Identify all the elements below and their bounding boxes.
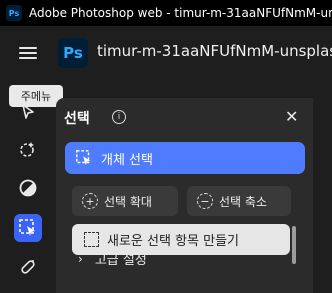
photoshop-logo: Ps (58, 38, 88, 68)
selection-panel: 선택 i ✕ 개체 선택 + 선택 확대 − 선택 축소 새로운 선택 항목 만… (56, 98, 313, 293)
contract-selection-label: 선택 축소 (219, 194, 267, 209)
info-icon[interactable]: i (112, 110, 126, 124)
window-titlebar: Ps Adobe Photoshop web - timur-m-31aaNFU… (0, 0, 332, 26)
magic-select-icon (20, 142, 34, 157)
object-select-tool[interactable] (14, 214, 42, 242)
object-select-icon (19, 219, 35, 236)
contract-selection-button[interactable]: − 선택 축소 (187, 186, 291, 216)
main-menu-button[interactable] (19, 44, 37, 60)
contrast-icon (19, 179, 37, 197)
hamburger-icon (19, 47, 37, 49)
bandage-icon (21, 260, 35, 274)
minus-circle-icon: − (197, 193, 213, 209)
select-subject-button[interactable]: 개체 선택 (65, 142, 305, 174)
new-selection-label: 새로운 선택 항목 만들기 (107, 234, 239, 249)
expand-selection-button[interactable]: + 선택 확대 (72, 186, 178, 216)
quick-select-tool[interactable] (14, 135, 42, 163)
panel-scrollbar[interactable] (292, 226, 296, 264)
panel-title: 선택 (64, 111, 90, 127)
tool-rail (0, 96, 56, 293)
advanced-settings-label: 고급 설정 (94, 253, 147, 268)
chevron-right-icon: › (78, 251, 83, 266)
window-title: Adobe Photoshop web - timur-m-31aaNFUfNm… (29, 6, 332, 20)
expand-selection-label: 선택 확대 (104, 194, 152, 209)
select-subject-label: 개체 선택 (101, 152, 153, 168)
main-menu-tooltip: 주메뉴 (9, 85, 63, 107)
close-icon[interactable]: ✕ (285, 107, 298, 126)
advanced-settings-toggle[interactable]: › 고급 설정 (78, 249, 147, 269)
dashed-square-icon (84, 232, 99, 247)
photoshop-icon: Ps (6, 5, 22, 21)
document-filename[interactable]: timur-m-31aaNFUfNmM-unsplash (97, 42, 332, 60)
healing-tool[interactable] (14, 253, 42, 281)
adjust-tool[interactable] (14, 174, 42, 202)
plus-circle-icon: + (82, 193, 98, 209)
object-select-icon (76, 150, 91, 166)
